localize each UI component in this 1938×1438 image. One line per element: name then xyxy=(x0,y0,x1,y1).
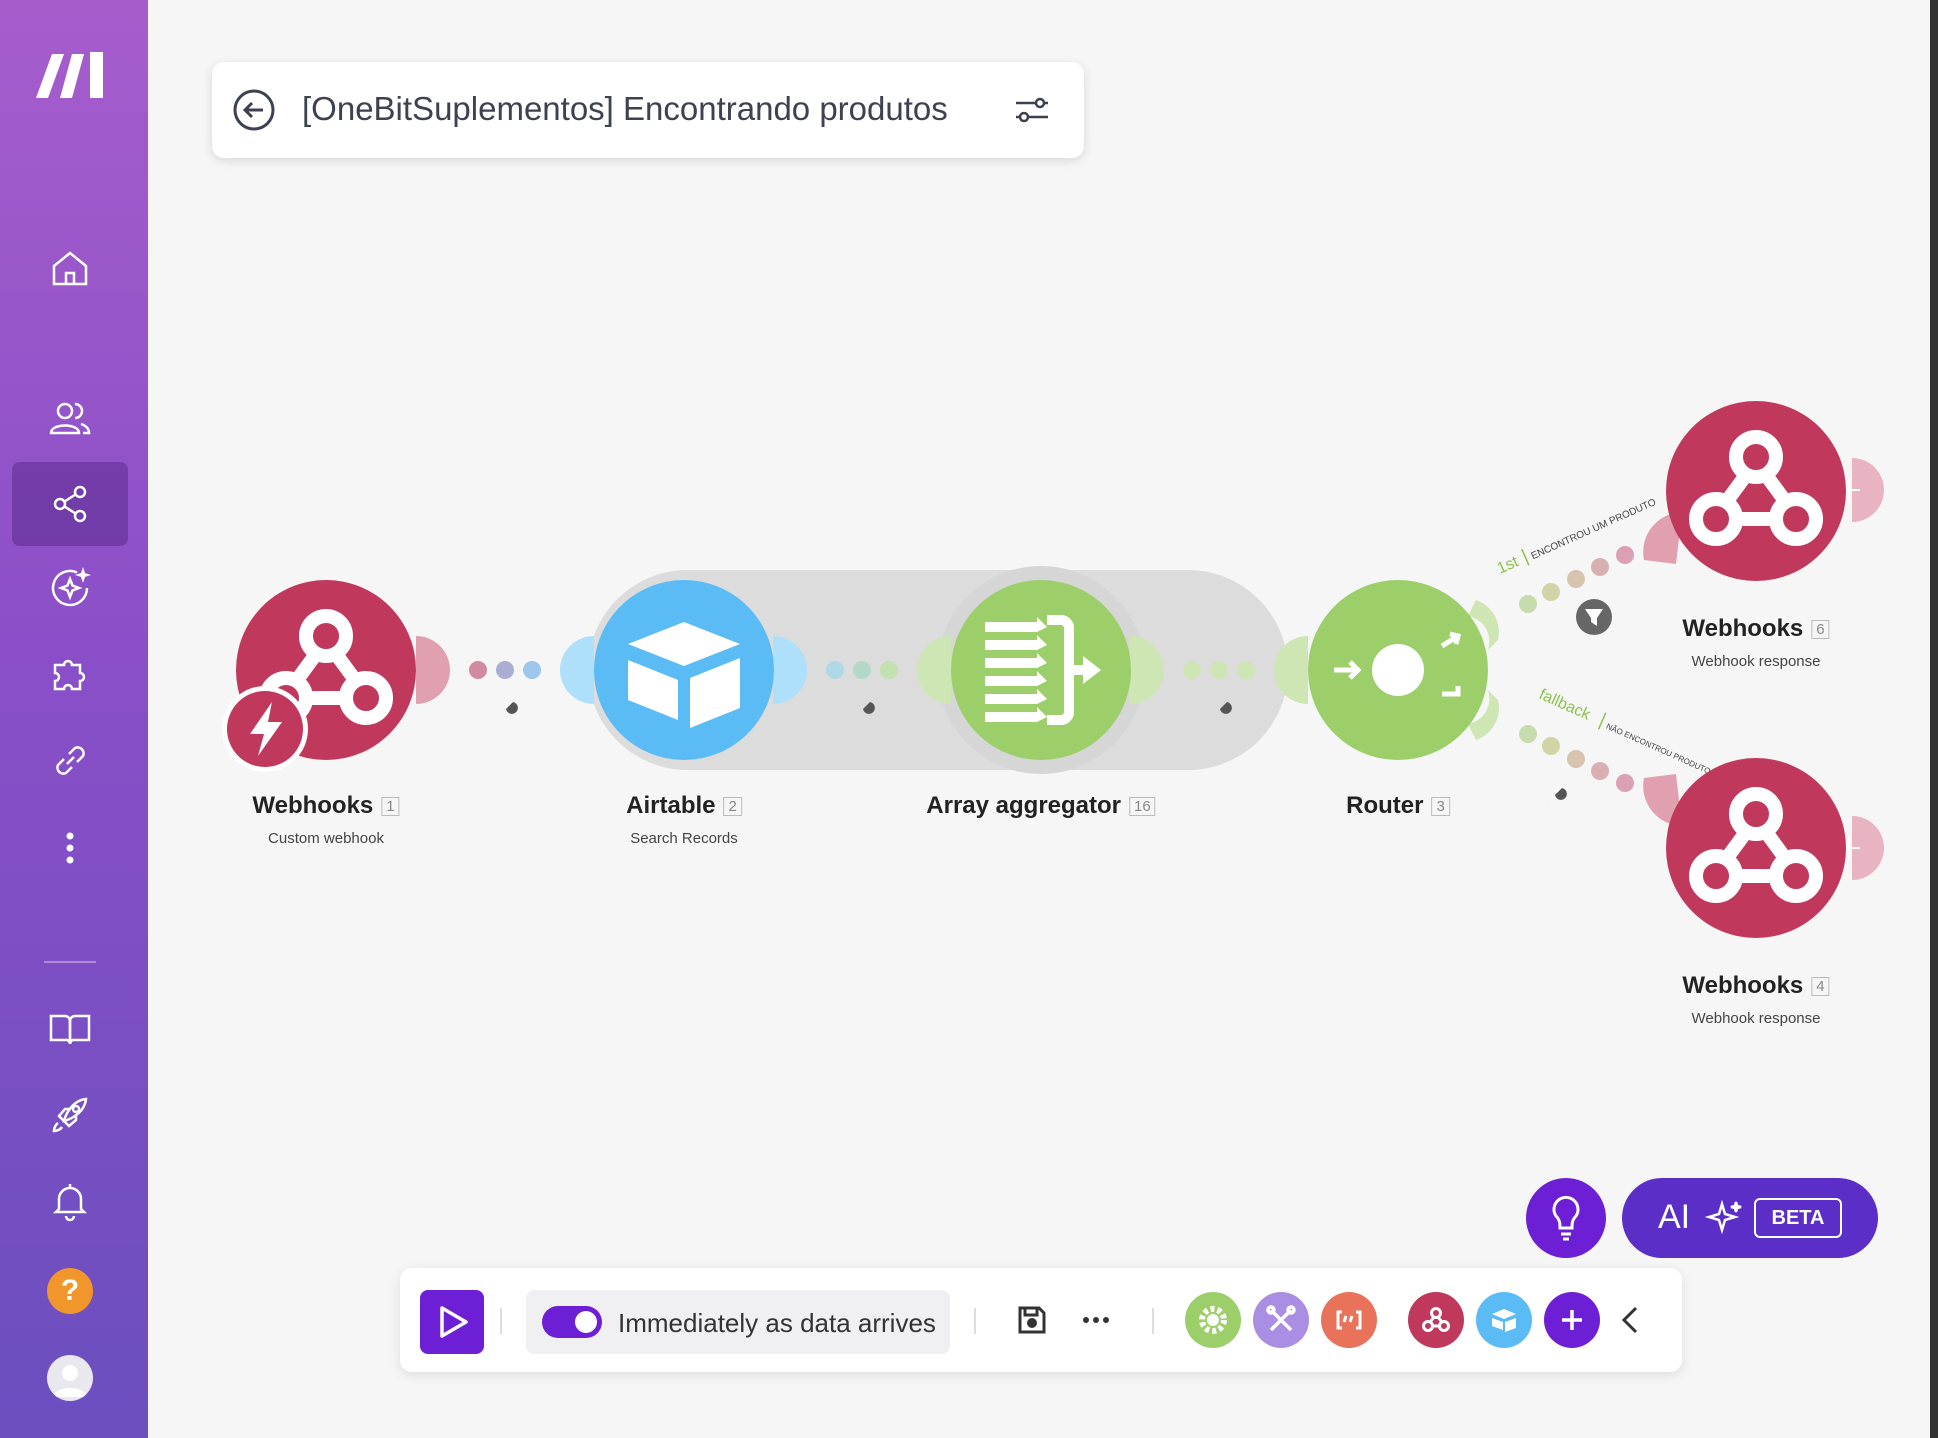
svg-text:fallback: fallback xyxy=(1536,686,1593,724)
webhook-icon xyxy=(1422,1307,1450,1332)
tools-icon xyxy=(1266,1305,1296,1332)
favorite-webhooks[interactable] xyxy=(1408,1292,1464,1348)
sidebar-item-notifications[interactable] xyxy=(12,1159,128,1243)
avatar-icon xyxy=(53,1365,87,1397)
lightbulb-icon xyxy=(1552,1195,1580,1241)
module-label-airtable-2: Airtable 2 Search Records xyxy=(626,792,742,847)
play-icon xyxy=(440,1306,468,1338)
sidebar-item-scenarios[interactable] xyxy=(12,462,128,546)
book-icon xyxy=(49,1014,91,1045)
sidebar-item-team[interactable] xyxy=(12,376,128,460)
sidebar: ? xyxy=(0,0,148,1438)
sidebar-item-home[interactable] xyxy=(12,226,128,310)
scheduling-control[interactable]: Immediately as data arrives xyxy=(526,1290,950,1354)
scheduling-label: Immediately as data arrives xyxy=(618,1308,936,1338)
chevron-left-icon[interactable] xyxy=(1604,1292,1660,1348)
airtable-icon xyxy=(1492,1309,1516,1332)
wrench-icon[interactable] xyxy=(497,702,518,718)
module-array-aggregator-16[interactable] xyxy=(951,580,1131,760)
share-icon xyxy=(53,485,87,523)
add-favorite-button[interactable] xyxy=(1544,1292,1600,1348)
sidebar-item-apps[interactable] xyxy=(12,632,128,716)
run-once-button[interactable] xyxy=(420,1290,484,1354)
sidebar-item-whats-new[interactable] xyxy=(12,1073,128,1157)
more-vertical-icon xyxy=(66,832,74,864)
sparkle-circle-icon xyxy=(51,567,91,607)
toolbar-separator xyxy=(1152,1308,1154,1334)
help-button[interactable]: ? xyxy=(47,1268,93,1314)
window-edge xyxy=(1930,0,1938,1438)
text-parser-icon xyxy=(1336,1310,1362,1330)
tools-tool[interactable] xyxy=(1253,1292,1309,1348)
module-router-3[interactable] xyxy=(1308,580,1488,760)
plus-icon xyxy=(1562,1310,1582,1330)
text-parser-tool[interactable] xyxy=(1321,1292,1377,1348)
module-label-webhooks-6: Webhooks 6 Webhook response xyxy=(1682,615,1830,670)
make-logo-icon[interactable] xyxy=(32,46,112,102)
favorite-airtable[interactable] xyxy=(1476,1292,1532,1348)
avatar[interactable] xyxy=(47,1355,93,1401)
sidebar-item-more[interactable] xyxy=(12,806,128,890)
bell-icon xyxy=(52,1184,88,1222)
beta-badge: BETA xyxy=(1754,1198,1842,1238)
toolbar-separator xyxy=(974,1308,976,1334)
save-icon[interactable] xyxy=(1004,1292,1060,1348)
sidebar-item-ai-agents[interactable] xyxy=(12,546,128,630)
sidebar-item-connections[interactable] xyxy=(12,718,128,802)
sidebar-item-docs[interactable] xyxy=(12,987,128,1071)
sparkles-icon xyxy=(1704,1199,1742,1235)
home-icon xyxy=(52,251,88,286)
toolbar-separator xyxy=(500,1308,502,1334)
filter-icon[interactable] xyxy=(1576,599,1612,635)
module-label-array-aggregator-16: Array aggregator 16 xyxy=(926,792,1156,820)
module-webhooks-6[interactable] xyxy=(1666,401,1846,581)
hints-button[interactable] xyxy=(1526,1178,1606,1258)
module-label-router-3: Router 3 xyxy=(1346,792,1450,820)
gear-icon xyxy=(1199,1306,1227,1334)
module-airtable-2[interactable] xyxy=(594,580,774,760)
rocket-icon xyxy=(52,1097,88,1133)
route-label-first: 1st ENCONTROU UM PRODUTO xyxy=(1495,497,1658,578)
svg-text:ENCONTROU UM PRODUTO: ENCONTROU UM PRODUTO xyxy=(1530,497,1658,562)
scheduling-toggle[interactable] xyxy=(542,1306,602,1338)
wrench-icon[interactable] xyxy=(1546,788,1567,804)
instant-trigger-icon xyxy=(220,684,310,774)
svg-text:1st: 1st xyxy=(1495,553,1522,577)
puzzle-icon xyxy=(53,659,86,691)
sidebar-divider xyxy=(44,961,96,963)
team-icon xyxy=(49,402,91,435)
module-label-webhooks-4: Webhooks 4 Webhook response xyxy=(1682,972,1830,1027)
module-webhooks-4[interactable] xyxy=(1666,758,1846,938)
bottom-toolbar: Immediately as data arrives xyxy=(400,1268,1682,1372)
flow-control-tool[interactable] xyxy=(1185,1292,1241,1348)
more-horizontal-icon[interactable] xyxy=(1068,1292,1124,1348)
ai-assistant-button[interactable]: AI BETA xyxy=(1622,1178,1878,1258)
module-label-webhooks-1: Webhooks 1 Custom webhook xyxy=(252,792,400,847)
link-icon xyxy=(56,746,85,775)
